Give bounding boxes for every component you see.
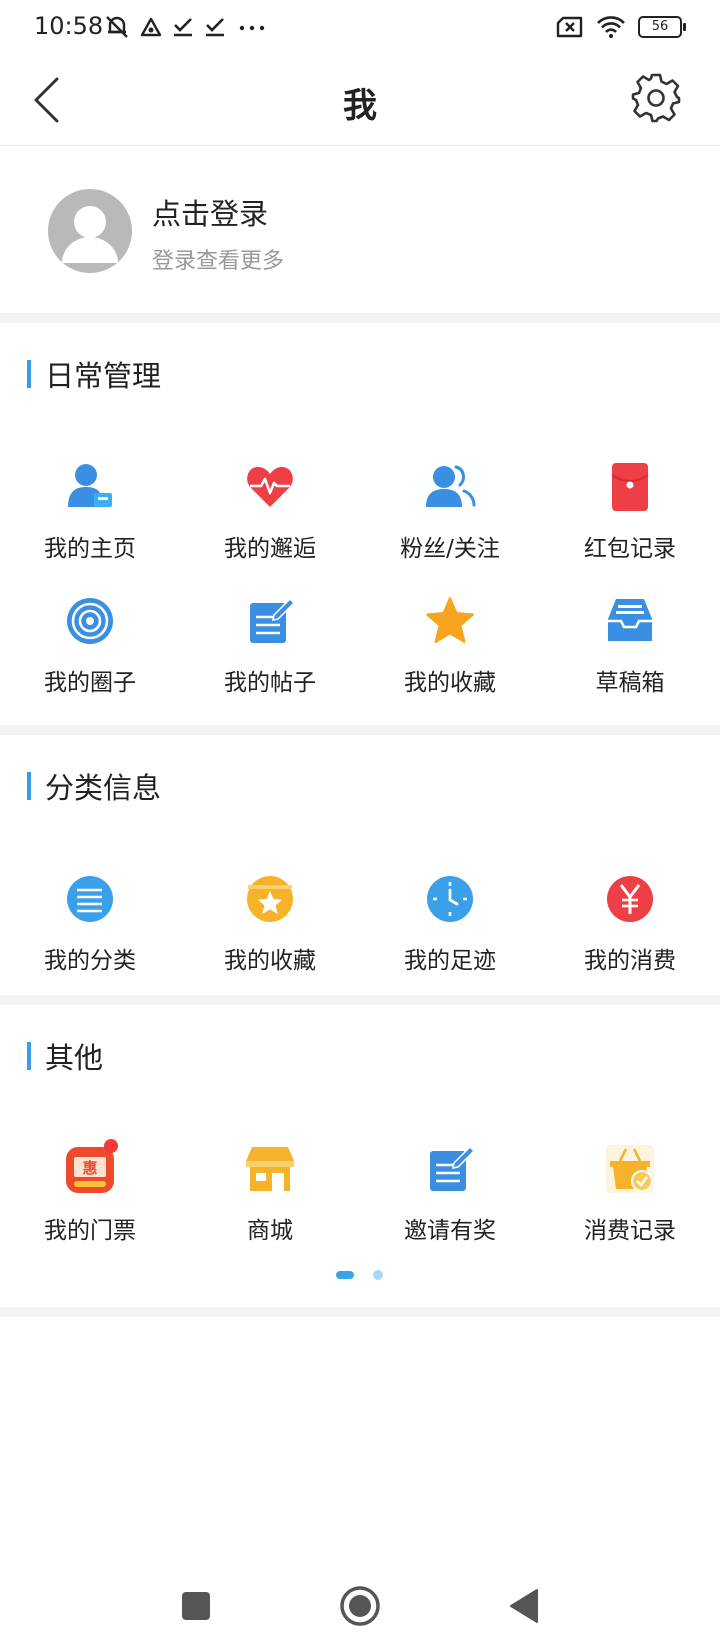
system-nav-bar: [0, 1560, 720, 1650]
grid-label: 我的邂逅: [224, 536, 316, 562]
grid-item-my-encounter[interactable]: 我的邂逅: [180, 461, 360, 571]
yen-icon: [604, 873, 656, 925]
home-circle-icon: [340, 1586, 380, 1626]
app-triangle-icon: [140, 17, 162, 37]
nav-back-button[interactable]: [496, 1578, 552, 1634]
grid-label: 粉丝/关注: [400, 536, 500, 562]
shop-icon: [244, 1143, 296, 1195]
page-dot[interactable]: [373, 1270, 383, 1280]
divider: [0, 1307, 720, 1317]
grid-item-footprint[interactable]: 我的足迹: [360, 873, 540, 983]
divider: [0, 313, 720, 323]
other-section: 其他 惠 我的门票 商城 邀请有奖 消费记录: [0, 1005, 720, 1307]
grid-label: 我的帖子: [224, 670, 316, 696]
page-title: 我: [343, 86, 377, 126]
star-icon: [424, 595, 476, 647]
grid-label: 我的门票: [44, 1218, 136, 1244]
grid-label: 我的分类: [44, 948, 136, 974]
grid-label: 我的圈子: [44, 670, 136, 696]
more-dots-icon: [239, 25, 265, 31]
grid-item-my-tickets[interactable]: 惠 我的门票: [0, 1139, 180, 1253]
divider: [0, 725, 720, 735]
grid-label: 草稿箱: [595, 670, 665, 696]
heart-pulse-icon: [244, 461, 296, 513]
notification-badge: [104, 1139, 118, 1153]
section-title-other: 其他: [27, 1041, 103, 1075]
svg-text:惠: 惠: [82, 1159, 97, 1177]
grid-label: 我的主页: [44, 536, 136, 562]
settings-button[interactable]: [628, 70, 684, 126]
grid-label: 商城: [247, 1218, 293, 1244]
grid-item-drafts[interactable]: 草稿箱: [540, 595, 720, 705]
grid-label: 我的收藏: [224, 948, 316, 974]
grid-item-shop[interactable]: 商城: [180, 1143, 360, 1253]
inbox-tray-icon: [604, 595, 656, 647]
grid-item-my-classify[interactable]: 我的分类: [0, 873, 180, 983]
header: 我: [0, 56, 720, 146]
login-block[interactable]: 点击登录 登录查看更多: [0, 147, 720, 313]
back-triangle-icon: [510, 1589, 538, 1623]
grid-item-red-envelope[interactable]: 红包记录: [540, 461, 720, 571]
wifi-icon: [597, 16, 625, 38]
star-circle-icon: [244, 873, 296, 925]
recents-square-icon: [182, 1592, 210, 1620]
circle-target-icon: [64, 595, 116, 647]
grid-label: 消费记录: [584, 1218, 676, 1244]
avatar[interactable]: [48, 189, 132, 273]
invite-edit-icon: [424, 1143, 476, 1195]
grid-label: 我的消费: [584, 948, 676, 974]
page-dot-active[interactable]: [336, 1271, 354, 1279]
check-download-icon: [174, 18, 192, 37]
grid-item-my-posts[interactable]: 我的帖子: [180, 595, 360, 705]
section-title-classify: 分类信息: [27, 771, 161, 805]
grid-label: 我的收藏: [404, 670, 496, 696]
grid-item-spending-records[interactable]: 消费记录: [540, 1143, 720, 1253]
grid-item-fans-follow[interactable]: 粉丝/关注: [360, 461, 540, 571]
note-edit-icon: [244, 595, 296, 647]
grid-item-my-home[interactable]: 我的主页: [0, 461, 180, 571]
login-subtitle: 登录查看更多: [152, 249, 285, 274]
section-title-daily: 日常管理: [27, 359, 161, 393]
clock-icon: [424, 873, 476, 925]
battery-icon: 56: [638, 16, 686, 38]
red-envelope-icon: [604, 461, 656, 513]
default-avatar-icon: [62, 206, 118, 263]
user-home-icon: [64, 461, 116, 513]
users-icon: [424, 461, 476, 513]
daily-section: 日常管理 我的主页 我的邂逅 粉丝/关注 红包记录 我的圈子 我的帖子 我的收藏…: [0, 323, 720, 725]
classify-section: 分类信息 我的分类 我的收藏 我的足迹 我的消费: [0, 735, 720, 995]
basket-check-icon: [604, 1143, 656, 1195]
list-circle-icon: [64, 873, 116, 925]
status-system-icons: 56: [556, 12, 686, 42]
login-title[interactable]: 点击登录: [152, 191, 268, 233]
divider: [0, 995, 720, 1005]
grid-item-my-circle[interactable]: 我的圈子: [0, 595, 180, 705]
recents-button[interactable]: [168, 1578, 224, 1634]
status-bar: 10:58 56: [0, 0, 720, 56]
home-button[interactable]: [332, 1578, 388, 1634]
sim-x-icon: [556, 16, 583, 38]
grid-label: 邀请有奖: [404, 1218, 496, 1244]
mute-bell-icon: [106, 16, 128, 38]
grid-label: 红包记录: [584, 536, 676, 562]
grid-item-classify-favorites[interactable]: 我的收藏: [180, 873, 360, 983]
check-download-icon: [206, 18, 224, 37]
grid-label: 我的足迹: [404, 948, 496, 974]
grid-item-my-favorites[interactable]: 我的收藏: [360, 595, 540, 705]
grid-item-invite-reward[interactable]: 邀请有奖: [360, 1143, 540, 1253]
grid-item-my-spending[interactable]: 我的消费: [540, 873, 720, 983]
status-time: 10:58: [34, 12, 104, 40]
status-notification-icons: [104, 12, 268, 42]
gear-icon: [631, 73, 681, 123]
